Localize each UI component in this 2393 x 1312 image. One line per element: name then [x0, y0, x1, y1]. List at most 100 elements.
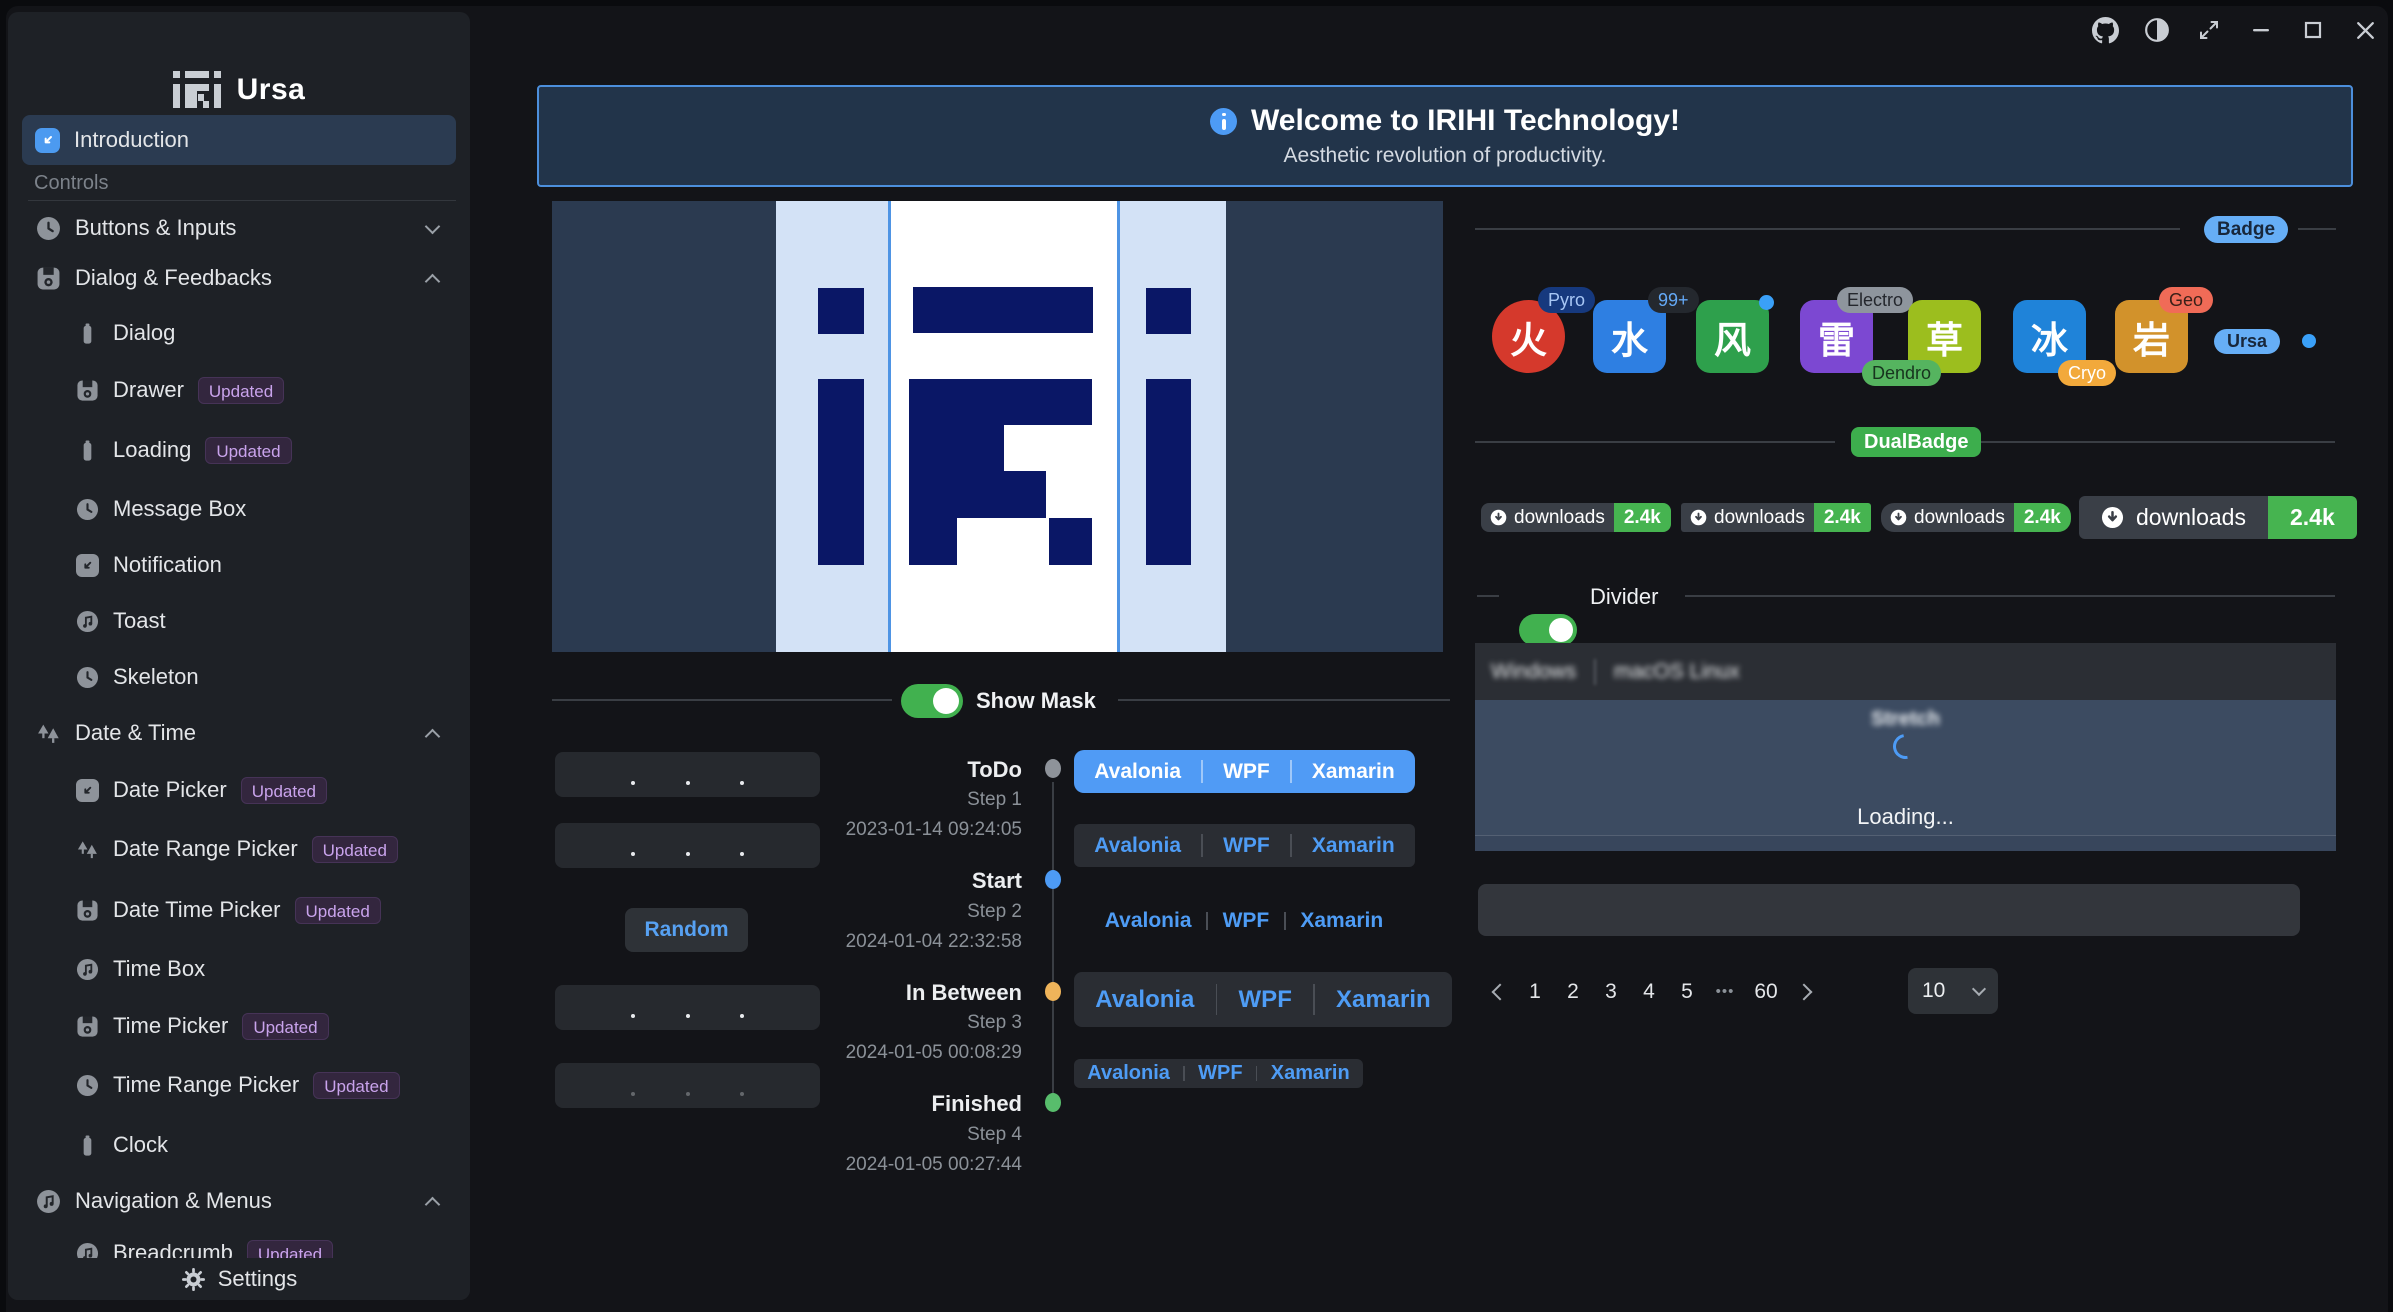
- xamarin-button[interactable]: Xamarin: [1271, 1062, 1350, 1085]
- github-icon[interactable]: [2091, 16, 2119, 44]
- chevron-up-icon: [425, 728, 441, 744]
- page-button-2[interactable]: 2: [1554, 969, 1592, 1014]
- sidebar-item-label: Notification: [113, 552, 222, 578]
- sidebar-group-dialog-feedbacks[interactable]: Dialog & Feedbacks: [14, 255, 464, 301]
- trees-icon: [36, 721, 61, 746]
- battery-icon: [76, 1134, 99, 1157]
- sidebar-item-date-time-picker[interactable]: Date Time Picker Updated: [14, 887, 464, 933]
- music-note-icon: [76, 958, 99, 981]
- avalonia-button[interactable]: Avalonia: [1087, 1062, 1170, 1085]
- xamarin-button[interactable]: Xamarin: [1336, 986, 1431, 1014]
- page-button-60[interactable]: 60: [1744, 969, 1788, 1014]
- sidebar-item-skeleton[interactable]: Skeleton: [14, 654, 464, 700]
- downloads-value: 2.4k: [1614, 503, 1671, 532]
- downloads-badge-1: downloads 2.4k: [1481, 503, 1671, 532]
- timeline-step-name: Step 4: [967, 1124, 1022, 1146]
- separator: [1216, 984, 1218, 1014]
- sidebar-item-time-range-picker[interactable]: Time Range Picker Updated: [14, 1062, 464, 1108]
- sidebar-item-time-picker[interactable]: Time Picker Updated: [14, 1003, 464, 1049]
- page-button-5[interactable]: 5: [1668, 969, 1706, 1014]
- badge-dot: [1759, 295, 1774, 310]
- sidebar-item-label: Clock: [113, 1132, 168, 1158]
- ipv4-box-1[interactable]: [555, 752, 820, 797]
- gear-icon: [181, 1267, 206, 1292]
- button-group-dark: Avalonia WPF Xamarin: [1074, 824, 1415, 867]
- minimize-icon[interactable]: [2247, 16, 2275, 44]
- resize-icon[interactable]: [2195, 16, 2223, 44]
- settings-button[interactable]: Settings: [8, 1258, 470, 1300]
- sidebar-item-label: Toast: [113, 608, 166, 634]
- page-size-select[interactable]: 10: [1908, 968, 1998, 1014]
- separator: [1183, 1066, 1185, 1082]
- settings-label: Settings: [218, 1266, 298, 1292]
- sidebar-item-label: Dialog & Feedbacks: [75, 265, 272, 291]
- irihi-logo-icon: [173, 69, 221, 111]
- info-icon: [1210, 108, 1237, 135]
- sidebar-item-date-picker[interactable]: Date Picker Updated: [14, 767, 464, 813]
- sidebar-item-introduction[interactable]: Introduction: [22, 115, 456, 165]
- button-group-large: Avalonia WPF Xamarin: [1074, 972, 1452, 1027]
- badge-pyro: Pyro: [1538, 287, 1595, 313]
- wpf-button[interactable]: WPF: [1198, 1062, 1242, 1085]
- xamarin-button[interactable]: Xamarin: [1312, 760, 1395, 784]
- ipv4-box-2[interactable]: [555, 823, 820, 868]
- screen: Ursa Introduction Controls Buttons & Inp…: [0, 0, 2393, 1312]
- divider: [1475, 228, 2180, 230]
- wpf-button[interactable]: WPF: [1223, 760, 1270, 784]
- avalonia-button[interactable]: Avalonia: [1105, 909, 1192, 933]
- avalonia-button[interactable]: Avalonia: [1094, 760, 1181, 784]
- wpf-button[interactable]: WPF: [1239, 986, 1292, 1014]
- download-icon: [2101, 506, 2124, 529]
- tab-macos-linux[interactable]: macOS Linux: [1614, 660, 1740, 684]
- ipv4-box-4-disabled: [555, 1063, 820, 1108]
- downloads-value: 2.4k: [1814, 503, 1871, 532]
- sidebar-item-date-range-picker[interactable]: Date Range Picker Updated: [14, 826, 464, 872]
- wpf-button[interactable]: WPF: [1223, 834, 1270, 858]
- sidebar-item-drawer[interactable]: Drawer Updated: [14, 367, 464, 413]
- sidebar-item-message-box[interactable]: Message Box: [14, 486, 464, 532]
- music-note-icon: [36, 1189, 61, 1214]
- ipv4-box-3[interactable]: [555, 985, 820, 1030]
- tab-windows[interactable]: Windows: [1491, 660, 1576, 684]
- sidebar-item-clock[interactable]: Clock: [14, 1122, 464, 1168]
- page-button-4[interactable]: 4: [1630, 969, 1668, 1014]
- sidebar-item-dialog[interactable]: Dialog: [14, 310, 464, 356]
- updated-badge: Updated: [205, 437, 291, 464]
- show-mask-toggle[interactable]: [901, 684, 963, 718]
- page-ellipsis[interactable]: •••: [1706, 969, 1744, 1014]
- page-button-3[interactable]: 3: [1592, 969, 1630, 1014]
- banner-subtitle: Aesthetic revolution of productivity.: [1284, 144, 1607, 168]
- timeline-step-date: 2024-01-05 00:27:44: [846, 1154, 1022, 1176]
- page-prev-button[interactable]: [1478, 969, 1516, 1014]
- sidebar-group-navigation-menus[interactable]: Navigation & Menus: [14, 1178, 464, 1224]
- show-mask-label: Show Mask: [976, 688, 1096, 714]
- sidebar-item-loading[interactable]: Loading Updated: [14, 427, 464, 473]
- divider: [1475, 441, 1835, 443]
- sidebar-item-label: Time Range Picker: [113, 1072, 299, 1098]
- xamarin-button[interactable]: Xamarin: [1300, 909, 1383, 933]
- timeline-dot-start: [1045, 870, 1061, 889]
- random-button[interactable]: Random: [625, 908, 748, 952]
- irihi-logo-artwork: [552, 201, 1443, 652]
- page-next-button[interactable]: [1788, 969, 1826, 1014]
- clock-icon: [36, 216, 61, 241]
- divider: [1118, 699, 1450, 701]
- sidebar-item-notification[interactable]: Notification: [14, 542, 464, 588]
- theme-toggle-icon[interactable]: [2143, 16, 2171, 44]
- avalonia-button[interactable]: Avalonia: [1094, 834, 1181, 858]
- close-icon[interactable]: [2351, 16, 2379, 44]
- wpf-button[interactable]: WPF: [1223, 909, 1270, 933]
- sidebar-item-toast[interactable]: Toast: [14, 598, 464, 644]
- avalonia-button[interactable]: Avalonia: [1095, 986, 1194, 1014]
- sidebar-item-label: Navigation & Menus: [75, 1188, 272, 1214]
- sidebar-group-buttons-inputs[interactable]: Buttons & Inputs: [14, 205, 464, 251]
- divider-toggle[interactable]: [1519, 614, 1577, 646]
- xamarin-button[interactable]: Xamarin: [1312, 834, 1395, 858]
- page-button-1[interactable]: 1: [1516, 969, 1554, 1014]
- floppy-icon: [76, 379, 99, 402]
- sidebar-item-time-box[interactable]: Time Box: [14, 946, 464, 992]
- sidebar-group-date-time[interactable]: Date & Time: [14, 710, 464, 756]
- chevron-left-icon: [1492, 983, 1509, 1000]
- maximize-icon[interactable]: [2299, 16, 2327, 44]
- tile-char: 岩: [2133, 310, 2170, 364]
